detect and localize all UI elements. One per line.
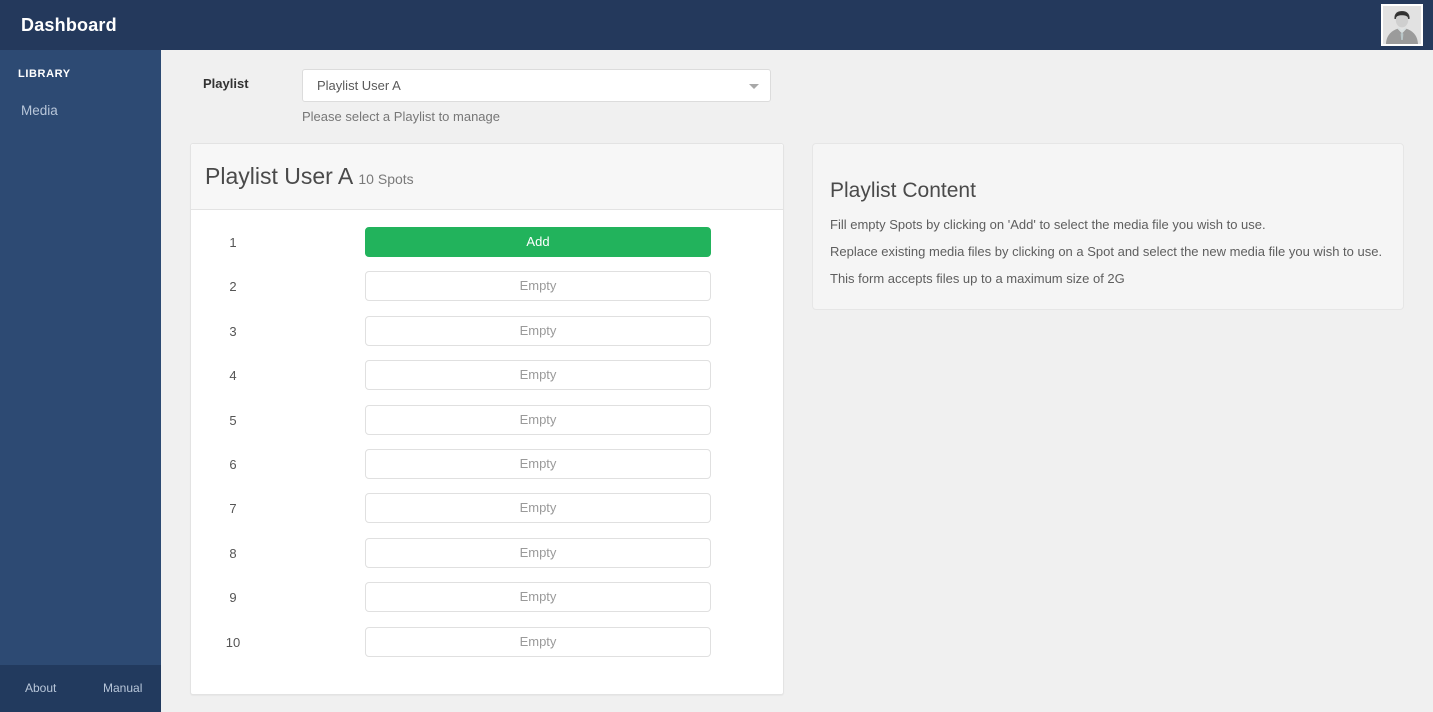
spot-row: 2 Empty [191, 268, 783, 312]
spot-empty-button[interactable]: Empty [365, 582, 711, 612]
spot-empty-button[interactable]: Empty [365, 449, 711, 479]
spot-number: 4 [219, 368, 247, 383]
playlist-content-panel: Playlist Content Fill empty Spots by cli… [812, 143, 1404, 310]
playlist-content-line-1: Fill empty Spots by clicking on 'Add' to… [830, 217, 1266, 232]
sidebar-item-media[interactable]: Media [21, 103, 58, 118]
spot-number: 2 [219, 279, 247, 294]
page-title: Dashboard [21, 14, 117, 36]
spot-number: 10 [219, 635, 247, 650]
playlist-content-line-2: Replace existing media files by clicking… [830, 244, 1382, 259]
playlist-card-title: Playlist User A 10 Spots [205, 163, 414, 190]
playlist-card-header: Playlist User A 10 Spots [191, 144, 783, 210]
playlist-spots-count: 10 Spots [358, 171, 413, 187]
spot-empty-button[interactable]: Empty [365, 493, 711, 523]
spot-number: 1 [219, 235, 247, 250]
footer-link-about[interactable]: About [25, 681, 56, 695]
sidebar-section-library: LIBRARY [18, 68, 71, 80]
playlist-label: Playlist [203, 76, 249, 91]
avatar[interactable] [1381, 4, 1423, 46]
playlist-help-text: Please select a Playlist to manage [302, 109, 500, 124]
spot-empty-button[interactable]: Empty [365, 271, 711, 301]
spot-row: 4 Empty [191, 357, 783, 401]
playlist-content-title: Playlist Content [830, 179, 976, 203]
sidebar-footer: About Manual [0, 665, 161, 712]
spot-row: 8 Empty [191, 535, 783, 579]
playlist-card-title-text: Playlist User A [205, 163, 352, 189]
top-navbar: Dashboard [0, 0, 1433, 50]
spot-empty-button[interactable]: Empty [365, 316, 711, 346]
sidebar: LIBRARY Media About Manual [0, 50, 161, 712]
spot-number: 6 [219, 457, 247, 472]
spot-number: 8 [219, 546, 247, 561]
chevron-down-icon [749, 84, 759, 89]
spot-row: 9 Empty [191, 579, 783, 623]
user-avatar-icon [1383, 6, 1421, 44]
playlist-select-wrapper: Playlist User A [302, 69, 771, 102]
playlist-content-line-3: This form accepts files up to a maximum … [830, 271, 1125, 286]
spot-number: 9 [219, 590, 247, 605]
spot-number: 7 [219, 501, 247, 516]
spot-empty-button[interactable]: Empty [365, 538, 711, 568]
spot-row: 3 Empty [191, 313, 783, 357]
spot-row: 5 Empty [191, 402, 783, 446]
spot-row: 6 Empty [191, 446, 783, 490]
add-media-button[interactable]: Add [365, 227, 711, 257]
spot-row: 7 Empty [191, 490, 783, 534]
playlist-select-value: Playlist User A [317, 78, 401, 93]
spot-row: 10 Empty [191, 624, 783, 668]
spot-empty-button[interactable]: Empty [365, 405, 711, 435]
footer-link-manual[interactable]: Manual [103, 681, 142, 695]
spot-empty-button[interactable]: Empty [365, 360, 711, 390]
playlist-card: Playlist User A 10 Spots 1 Add 2 Empty 3 Empt… [190, 143, 784, 695]
main-content: Playlist Playlist User A Please select a… [161, 50, 1433, 712]
playlist-selector-row: Playlist Playlist User A Please select a… [161, 64, 1433, 140]
playlist-select[interactable]: Playlist User A [302, 69, 771, 102]
spot-number: 5 [219, 413, 247, 428]
spot-empty-button[interactable]: Empty [365, 627, 711, 657]
spot-number: 3 [219, 324, 247, 339]
playlist-spot-list: 1 Add 2 Empty 3 Empty 4 Empty 5 Empty 6 Empty 7 Empty… [191, 210, 783, 696]
spot-row: 1 Add [191, 224, 783, 268]
